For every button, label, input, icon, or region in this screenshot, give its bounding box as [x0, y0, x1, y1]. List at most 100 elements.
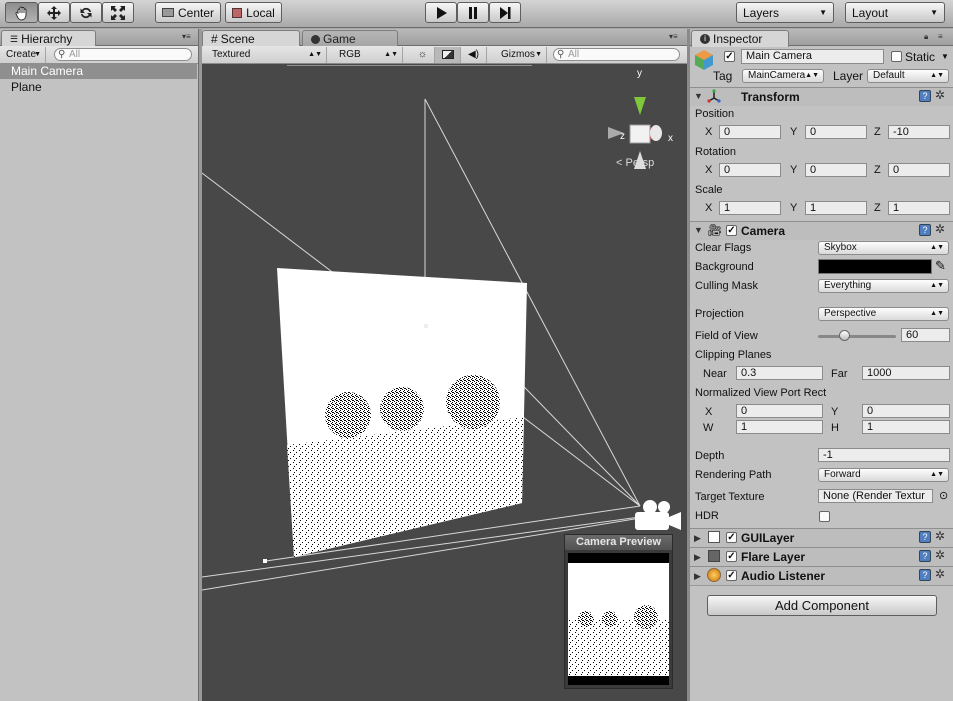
rotation-z-field[interactable]: 0 — [888, 163, 950, 177]
pivot-center-toggle[interactable]: Center — [155, 2, 221, 23]
tab-scene[interactable]: # Scene — [202, 30, 300, 47]
position-x-field[interactable]: 0 — [719, 125, 781, 139]
depth-field[interactable]: -1 — [818, 448, 950, 462]
active-checkbox[interactable]: ✓ — [724, 51, 735, 62]
step-button[interactable] — [489, 2, 521, 23]
near-field[interactable]: 0.3 — [736, 366, 823, 380]
scene-viewport[interactable]: y z x < Persp Camera Preview — [202, 65, 687, 701]
gear-icon[interactable]: ✲ — [935, 530, 945, 542]
scale-y-field[interactable]: 1 — [805, 201, 867, 215]
fov-slider-track[interactable] — [818, 335, 896, 338]
tab-game[interactable]: Game — [302, 30, 398, 47]
fov-slider-thumb[interactable] — [838, 330, 850, 341]
scale-x-field[interactable]: 1 — [719, 201, 781, 215]
camera-enabled-checkbox[interactable]: ✓ — [726, 225, 737, 236]
target-texture-field[interactable]: None (Render Textur — [818, 489, 933, 503]
help-icon[interactable]: ? — [919, 90, 931, 102]
layout-dropdown[interactable]: Layout ▼ — [845, 2, 945, 23]
object-name-value: Main Camera — [746, 50, 813, 62]
foldout-arrow-icon[interactable]: ▶ — [694, 533, 701, 544]
scale-z-field[interactable]: 1 — [888, 201, 950, 215]
tab-hierarchy[interactable]: ☰ Hierarchy — [1, 30, 96, 47]
foldout-arrow-icon[interactable]: ▼ — [694, 91, 703, 101]
eyedropper-icon[interactable]: ✎ — [935, 258, 946, 274]
rotate-tool-button[interactable] — [70, 2, 102, 23]
chevron-down-icon[interactable]: ▼ — [941, 52, 949, 61]
gear-icon[interactable]: ✲ — [935, 568, 945, 580]
position-y-field[interactable]: 0 — [805, 125, 867, 139]
hierarchy-item-main-camera[interactable]: Main Camera — [0, 63, 197, 79]
foldout-arrow-icon[interactable]: ▼ — [694, 225, 703, 235]
layer-dropdown[interactable]: Default ▲▼ — [867, 69, 949, 83]
position-y-label: Y — [790, 126, 798, 138]
help-icon[interactable]: ? — [919, 531, 931, 543]
add-component-button[interactable]: Add Component — [707, 595, 937, 616]
gizmo-axis-y-label: y — [637, 68, 642, 79]
gizmos-dropdown[interactable]: Gizmos ▼ — [495, 47, 547, 63]
viewport-h-field[interactable]: 1 — [862, 420, 950, 434]
panel-menu-icon[interactable]: ▾≡ — [182, 32, 191, 41]
transform-header[interactable] — [690, 87, 953, 106]
far-field[interactable]: 1000 — [862, 366, 950, 380]
move-tool-button[interactable] — [38, 2, 70, 23]
viewport-y-field[interactable]: 0 — [862, 404, 950, 418]
camera-gizmo-icon[interactable] — [635, 500, 681, 530]
center-handle[interactable] — [424, 324, 428, 328]
rendering-path-value: Forward — [824, 469, 861, 480]
static-label: Static — [905, 50, 936, 64]
help-icon[interactable]: ? — [919, 224, 931, 236]
create-dropdown[interactable]: Create ▼ — [0, 47, 46, 63]
play-button[interactable] — [425, 2, 457, 23]
flare-layer-enabled-checkbox[interactable]: ✓ — [726, 551, 737, 562]
rotation-y-field[interactable]: 0 — [805, 163, 867, 177]
rotation-x-field[interactable]: 0 — [719, 163, 781, 177]
hierarchy-item-plane[interactable]: Plane — [0, 79, 197, 95]
color-mode-dropdown[interactable]: RGB ▲▼ — [333, 47, 403, 63]
camera-title: Camera — [741, 224, 786, 238]
hand-tool-button[interactable] — [5, 2, 38, 23]
fov-field[interactable]: 60 — [901, 328, 950, 342]
scene-search-input[interactable]: ⚲ All — [553, 48, 680, 61]
scene-image-toggle[interactable] — [435, 47, 461, 63]
audio-toggle[interactable]: ◀) — [461, 47, 487, 63]
position-z-field[interactable]: -10 — [888, 125, 950, 139]
projection-dropdown[interactable]: Perspective ▲▼ — [818, 307, 949, 321]
lighting-toggle[interactable]: ☼ — [411, 47, 435, 63]
object-picker-icon[interactable]: ⊙ — [939, 489, 948, 502]
help-icon[interactable]: ? — [919, 550, 931, 562]
hierarchy-search-input[interactable]: ⚲ All — [54, 48, 192, 61]
object-name-field[interactable]: Main Camera — [741, 49, 884, 64]
gear-icon[interactable]: ✲ — [935, 223, 945, 235]
gear-icon[interactable]: ✲ — [935, 89, 945, 101]
main-toolbar: Center Local Layers ▼ Layout ▼ — [0, 0, 953, 28]
rendering-path-dropdown[interactable]: Forward ▲▼ — [818, 468, 949, 482]
static-checkbox[interactable] — [891, 51, 902, 62]
tag-dropdown[interactable]: MainCamera ▲▼ — [742, 69, 824, 83]
foldout-arrow-icon[interactable]: ▶ — [694, 571, 701, 582]
frustum-handle[interactable] — [263, 559, 267, 563]
help-icon[interactable]: ? — [919, 569, 931, 581]
culling-mask-dropdown[interactable]: Everything ▲▼ — [818, 279, 949, 293]
viewport-w-field[interactable]: 1 — [736, 420, 823, 434]
viewport-h-label: H — [831, 422, 839, 434]
layers-dropdown[interactable]: Layers ▼ — [736, 2, 834, 23]
panel-menu-icon[interactable]: ▾≡ — [669, 32, 678, 41]
gear-icon[interactable]: ✲ — [935, 549, 945, 561]
projection-indicator[interactable]: < Persp — [616, 157, 654, 169]
foldout-arrow-icon[interactable]: ▶ — [694, 552, 701, 563]
render-mode-dropdown[interactable]: Textured ▲▼ — [206, 47, 327, 63]
scale-tool-button[interactable] — [102, 2, 134, 23]
guilayer-enabled-checkbox[interactable]: ✓ — [726, 532, 737, 543]
audio-listener-enabled-checkbox[interactable]: ✓ — [726, 570, 737, 581]
search-icon: ⚲ — [557, 49, 565, 60]
clear-flags-dropdown[interactable]: Skybox ▲▼ — [818, 241, 949, 255]
background-color-swatch[interactable] — [818, 259, 932, 274]
viewport-x-field[interactable]: 0 — [736, 404, 823, 418]
lock-icon[interactable]: 🔒︎ — [924, 32, 928, 42]
pause-button[interactable] — [457, 2, 489, 23]
panel-menu-icon[interactable]: ≡ — [938, 32, 943, 41]
tab-inspector[interactable]: i Inspector — [691, 30, 789, 47]
pivot-local-toggle[interactable]: Local — [225, 2, 282, 23]
chevron-updown-icon: ▲▼ — [930, 72, 944, 79]
hdr-checkbox[interactable] — [819, 511, 830, 522]
